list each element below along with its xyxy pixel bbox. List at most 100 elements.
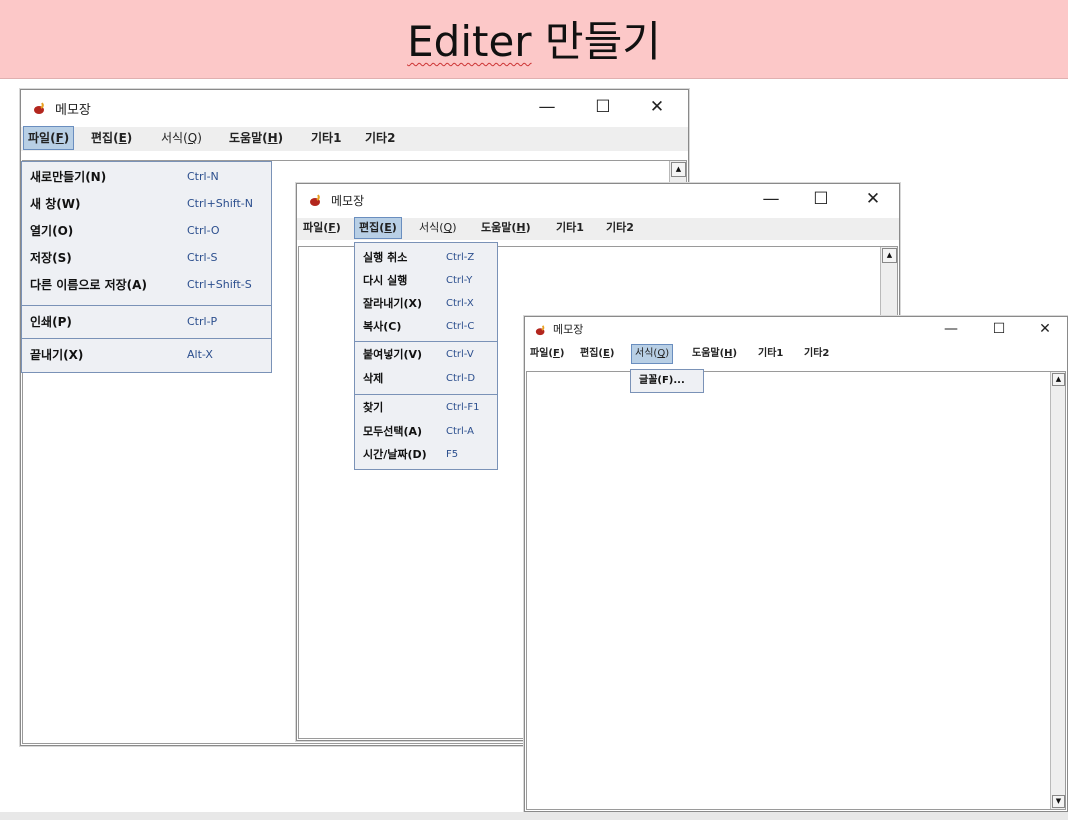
menu-help-label-pre: 도움말(	[481, 221, 517, 234]
menu-item-accelerator: Ctrl-N	[187, 170, 219, 183]
menu-item-paste[interactable]: 붙여넣기(V) Ctrl-V	[355, 344, 497, 366]
maximize-button[interactable]: ☐	[581, 94, 625, 120]
vertical-scrollbar[interactable]: ▲ ▼	[1050, 372, 1065, 809]
menu-edit-mnemonic: E	[118, 131, 127, 145]
menu-help-mnemonic: H	[267, 131, 278, 145]
menu-separator	[22, 338, 271, 339]
menu-item-delete[interactable]: 삭제 Ctrl-D	[355, 368, 497, 390]
close-button[interactable]: ✕	[1023, 316, 1067, 342]
menu-help[interactable]: 도움말(H)	[689, 345, 740, 363]
menu-etc2[interactable]: 기타2	[602, 218, 638, 238]
menu-help-label-post: )	[732, 348, 738, 359]
menu-edit[interactable]: 편집(E)	[87, 127, 136, 149]
text-area[interactable]: ▲ ▼	[526, 371, 1066, 810]
menu-item-new-window[interactable]: 새 창(W) Ctrl+Shift-N	[22, 193, 271, 215]
menu-format[interactable]: 서식(Q)	[631, 344, 674, 364]
menu-etc2[interactable]: 기타2	[361, 127, 399, 149]
scroll-down-arrow-icon[interactable]: ▼	[1052, 795, 1065, 808]
menu-item-save-as[interactable]: 다른 이름으로 저장(A) Ctrl+Shift-S	[22, 274, 271, 296]
menu-item-save[interactable]: 저장(S) Ctrl-S	[22, 247, 271, 269]
java-cup-icon	[34, 102, 44, 114]
menu-item-time-date[interactable]: 시간/날짜(D) F5	[355, 444, 497, 466]
menu-help-mnemonic: H	[724, 348, 733, 359]
menu-edit[interactable]: 편집(E)	[354, 217, 402, 239]
menu-item-cut[interactable]: 잘라내기(X) Ctrl-X	[355, 293, 497, 315]
menu-item-font[interactable]: 글꼴(F)...	[631, 370, 703, 392]
scroll-up-arrow-icon[interactable]: ▲	[671, 162, 686, 177]
menu-edit-label-pre: 편집(	[359, 221, 385, 234]
menu-item-label: 잘라내기(X)	[363, 297, 423, 310]
menu-item-open[interactable]: 열기(O) Ctrl-O	[22, 220, 271, 242]
maximize-button[interactable]: ☐	[799, 186, 843, 212]
menu-file[interactable]: 파일(F)	[527, 345, 567, 363]
menu-etc1[interactable]: 기타1	[755, 345, 786, 363]
menu-item-accelerator: Ctrl-O	[187, 224, 220, 237]
menu-bar: 파일(F) 편집(E) 서식(Q) 도움말(H) 기타1 기타2	[21, 126, 688, 151]
menu-format-label-pre: 서식(	[161, 131, 188, 145]
menu-item-redo[interactable]: 다시 실행 Ctrl-Y	[355, 270, 497, 292]
menu-item-accelerator: Ctrl+Shift-S	[187, 278, 252, 291]
menu-item-copy[interactable]: 복사(C) Ctrl-C	[355, 316, 497, 338]
menu-item-accelerator: Ctrl-X	[446, 298, 474, 309]
menu-item-exit[interactable]: 끝내기(X) Alt-X	[22, 344, 271, 366]
menu-format-mnemonic: Q	[443, 221, 453, 234]
menu-file[interactable]: 파일(F)	[23, 126, 75, 150]
menu-help[interactable]: 도움말(H)	[477, 218, 535, 238]
menu-item-label: 시간/날짜(D)	[363, 448, 427, 461]
menu-edit-mnemonic: E	[602, 348, 610, 359]
menu-item-label: 저장(S)	[30, 251, 72, 265]
minimize-button[interactable]: —	[929, 316, 973, 342]
file-menu-popup: 새로만들기(N) Ctrl-N 새 창(W) Ctrl+Shift-N 열기(O) C…	[21, 161, 272, 373]
menu-format-label-pre: 서식(	[419, 221, 444, 234]
menu-edit-label-post: )	[609, 348, 615, 359]
menu-item-label: 글꼴(F)...	[639, 375, 685, 386]
maximize-button[interactable]: ☐	[977, 316, 1021, 342]
menu-item-select-all[interactable]: 모두선택(A) Ctrl-A	[355, 421, 497, 443]
title-bar[interactable]: 메모장 — ☐ ✕	[525, 317, 1067, 343]
menu-format[interactable]: 서식(Q)	[415, 218, 461, 238]
scroll-up-arrow-icon[interactable]: ▲	[882, 248, 897, 263]
menu-etc1[interactable]: 기타1	[552, 218, 588, 238]
menu-file[interactable]: 파일(F)	[299, 218, 345, 238]
format-menu-popup: 글꼴(F)...	[630, 369, 704, 393]
menu-item-label: 다시 실행	[363, 274, 408, 287]
menu-file-label-post: )	[335, 221, 341, 234]
close-button[interactable]: ✕	[851, 186, 895, 212]
menu-item-print[interactable]: 인쇄(P) Ctrl-P	[22, 311, 271, 333]
menu-edit[interactable]: 편집(E)	[577, 345, 617, 363]
menu-item-label: 붙여넣기(V)	[363, 348, 423, 361]
menu-etc2[interactable]: 기타2	[801, 345, 832, 363]
menu-item-accelerator: Ctrl-V	[446, 349, 474, 360]
menu-item-label: 찾기	[363, 401, 384, 414]
menu-item-accelerator: Ctrl-S	[187, 251, 218, 264]
menu-format[interactable]: 서식(Q)	[157, 127, 206, 149]
menu-format-label-post: )	[197, 131, 202, 145]
menu-item-accelerator: Ctrl-A	[446, 426, 475, 437]
menu-item-label: 삭제	[363, 372, 384, 385]
menu-file-label-pre: 파일(	[530, 348, 553, 359]
menu-item-accelerator: Alt-X	[187, 348, 213, 361]
menu-edit-label-post: )	[126, 131, 133, 145]
menu-file-mnemonic: F	[328, 221, 336, 234]
menu-etc1[interactable]: 기타1	[307, 127, 345, 149]
menu-file-mnemonic: F	[55, 131, 64, 145]
edit-menu-popup: 실행 취소 Ctrl-Z 다시 실행 Ctrl-Y 잘라내기(X) Ctrl-X 복사…	[354, 242, 498, 470]
java-cup-icon	[310, 194, 320, 206]
title-bar[interactable]: 메모장 — ☐ ✕	[297, 184, 899, 216]
menu-item-accelerator: Ctrl-Y	[446, 275, 473, 286]
menu-item-accelerator: Ctrl+Shift-N	[187, 197, 253, 210]
menu-format-mnemonic: Q	[187, 131, 198, 145]
menu-item-label: 새 창(W)	[30, 197, 81, 211]
menu-help[interactable]: 도움말(H)	[225, 127, 287, 149]
menu-help-mnemonic: H	[516, 221, 526, 234]
menu-item-label: 다른 이름으로 저장(A)	[30, 278, 147, 292]
scroll-up-arrow-icon[interactable]: ▲	[1052, 373, 1065, 386]
menu-item-accelerator: Ctrl-F1	[446, 402, 480, 413]
minimize-button[interactable]: —	[525, 94, 569, 120]
minimize-button[interactable]: —	[749, 186, 793, 212]
menu-item-new[interactable]: 새로만들기(N) Ctrl-N	[22, 166, 271, 188]
menu-item-undo[interactable]: 실행 취소 Ctrl-Z	[355, 247, 497, 269]
title-bar[interactable]: 메모장 — ☐ ✕	[21, 90, 688, 126]
close-button[interactable]: ✕	[635, 94, 679, 120]
menu-item-find[interactable]: 찾기 Ctrl-F1	[355, 397, 497, 419]
